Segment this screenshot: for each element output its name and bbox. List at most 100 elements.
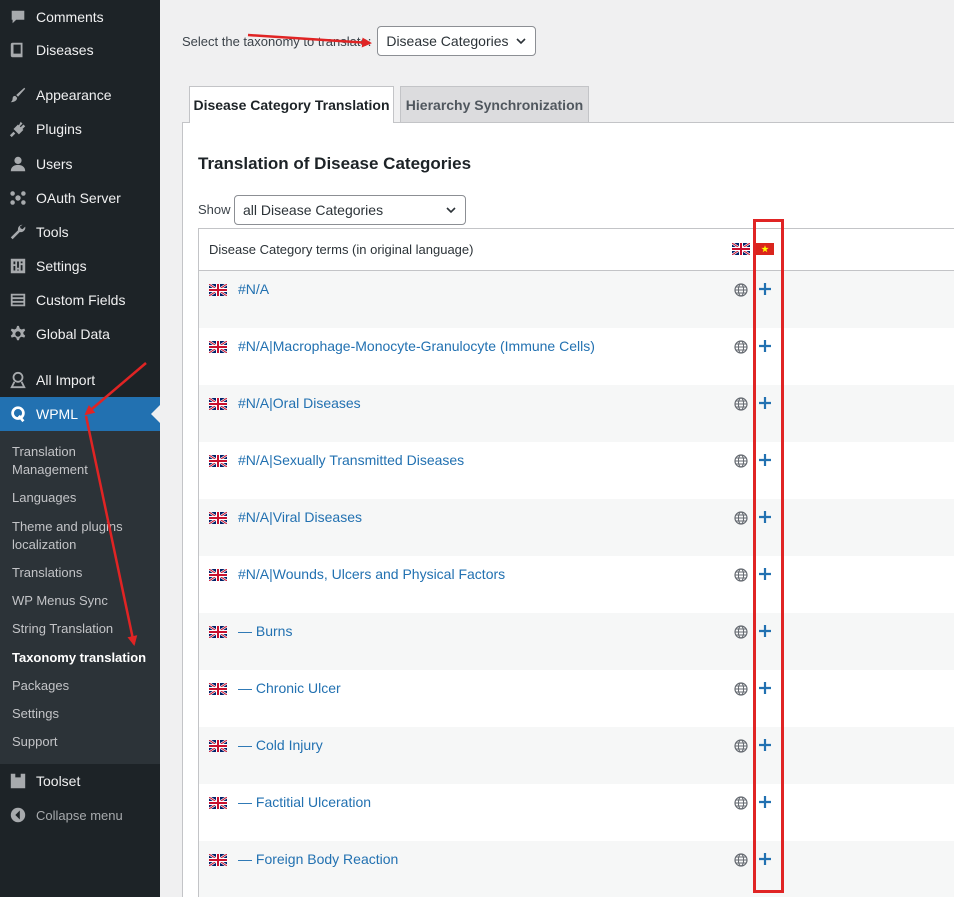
table-row: — Chronic Ulcer [199,670,954,727]
globe-icon[interactable] [734,397,748,411]
submenu-theme-plugins-localization[interactable]: Theme and plugins localization [12,518,152,554]
uk-flag-icon [209,854,227,866]
menu-item-plugins[interactable]: Plugins [0,112,160,146]
submenu-translation-management[interactable]: Translation Management [12,443,152,479]
filter-select[interactable]: all Disease Categories [234,195,466,225]
tab-disease-category-translation[interactable]: Disease Category Translation [189,86,394,123]
menu-label: OAuth Server [36,190,121,206]
term-link[interactable]: #N/A|Macrophage-Monocyte-Granulocyte (Im… [238,338,595,354]
submenu-languages[interactable]: Languages [12,489,152,507]
submenu-wp-menus-sync[interactable]: WP Menus Sync [12,592,152,610]
uk-flag-icon [209,398,227,410]
wrench-icon [8,222,28,242]
term-link[interactable]: — Factitial Ulceration [238,794,371,810]
uk-flag-icon [209,455,227,467]
collapse-menu-button[interactable]: Collapse menu [0,798,160,832]
term-link[interactable]: — Foreign Body Reaction [238,851,398,867]
menu-label: Custom Fields [36,292,126,308]
term-link[interactable]: #N/A|Wounds, Ulcers and Physical Factors [238,566,505,582]
table-row: #N/A|Oral Diseases [199,385,954,442]
menu-item-oauth-server[interactable]: OAuth Server [0,181,160,215]
menu-item-toolset[interactable]: Toolset [0,764,160,798]
submenu-packages[interactable]: Packages [12,677,152,695]
table-header-label: Disease Category terms (in original lang… [209,242,474,257]
submenu-string-translation[interactable]: String Translation [12,620,152,638]
network-icon [8,188,28,208]
menu-item-custom-fields[interactable]: Custom Fields [0,283,160,317]
gear-icon [8,324,28,344]
table-header: Disease Category terms (in original lang… [199,229,954,271]
uk-flag-icon [209,740,227,752]
filter-label: Show [198,202,231,217]
menu-item-wpml[interactable]: WPML [0,397,160,431]
globe-icon[interactable] [734,283,748,297]
menu-label: All Import [36,372,96,388]
wpml-submenu: Translation Management Languages Theme a… [0,431,160,764]
comment-icon [8,7,28,27]
taxonomy-select[interactable]: Disease Categories [377,26,537,56]
filter-select-value: all Disease Categories [243,202,384,218]
chevron-down-icon [446,207,456,214]
menu-label: Users [36,156,73,172]
menu-item-all-import[interactable]: All Import [0,363,160,397]
menu-item-tools[interactable]: Tools [0,215,160,249]
plugin-icon [8,119,28,139]
uk-flag-icon [209,797,227,809]
term-link[interactable]: — Burns [238,623,292,639]
globe-icon[interactable] [734,853,748,867]
tab-hierarchy-synchronization[interactable]: Hierarchy Synchronization [400,86,589,122]
paintbrush-icon [8,85,28,105]
menu-label: Plugins [36,121,82,137]
term-link[interactable]: #N/A|Viral Diseases [238,509,362,525]
menu-item-appearance[interactable]: Appearance [0,78,160,112]
term-link[interactable]: #N/A|Oral Diseases [238,395,361,411]
admin-sidebar: Comments Diseases Appearance Plugins Use… [0,0,160,897]
menu-item-global-data[interactable]: Global Data [0,317,160,351]
taxonomy-label: Select the taxonomy to translate: [182,33,372,49]
menu-item-comments[interactable]: Comments [0,0,160,34]
submenu-support[interactable]: Support [12,733,152,751]
terms-table: Disease Category terms (in original lang… [198,228,954,897]
import-icon [8,370,28,390]
uk-flag-icon [209,626,227,638]
submenu-translations[interactable]: Translations [12,564,152,582]
menu-label: WPML [36,406,78,422]
menu-item-settings[interactable]: Settings [0,249,160,283]
table-row: — Cold Injury [199,727,954,784]
menu-label: Comments [36,9,104,25]
globe-icon[interactable] [734,796,748,810]
menu-item-diseases[interactable]: Diseases [0,33,160,67]
settings-icon [8,256,28,276]
globe-icon[interactable] [734,454,748,468]
term-link[interactable]: — Cold Injury [238,737,323,753]
term-link[interactable]: #N/A|Sexually Transmitted Diseases [238,452,464,468]
table-row: #N/A|Macrophage-Monocyte-Granulocyte (Im… [199,328,954,385]
globe-icon[interactable] [734,625,748,639]
table-row: — Factitial Ulceration [199,784,954,841]
globe-icon[interactable] [734,568,748,582]
uk-flag-icon [209,284,227,296]
term-link[interactable]: — Chronic Ulcer [238,680,341,696]
book-icon [8,40,28,60]
globe-icon[interactable] [734,511,748,525]
submenu-taxonomy-translation[interactable]: Taxonomy translation [12,649,152,667]
globe-icon[interactable] [734,682,748,696]
wpml-icon [8,404,28,424]
toolset-icon [8,771,28,791]
taxonomy-select-value: Disease Categories [386,33,509,49]
menu-label: Collapse menu [36,807,123,823]
menu-label: Settings [36,258,87,274]
menu-label: Diseases [36,42,94,58]
globe-icon[interactable] [734,739,748,753]
term-link[interactable]: #N/A [238,281,269,297]
table-row: #N/A|Viral Diseases [199,499,954,556]
menu-item-users[interactable]: Users [0,147,160,181]
table-row: — Burns [199,613,954,670]
submenu-settings[interactable]: Settings [12,705,152,723]
table-row: #N/A [199,271,954,328]
uk-flag-icon [209,569,227,581]
uk-flag-icon [209,512,227,524]
table-row: #N/A|Sexually Transmitted Diseases [199,442,954,499]
uk-flag-icon [209,341,227,353]
globe-icon[interactable] [734,340,748,354]
